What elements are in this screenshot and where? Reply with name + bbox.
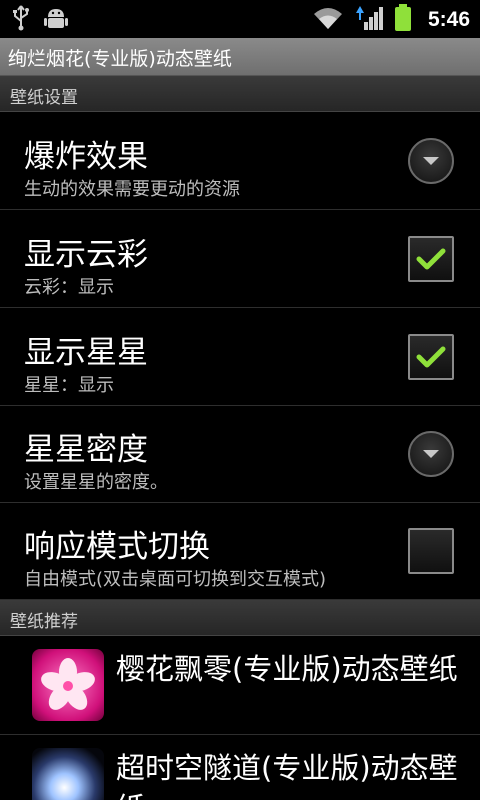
tunnel-icon	[32, 748, 104, 800]
app-name: 超时空隧道(专业版)动态壁纸	[116, 751, 458, 800]
pref-response-mode[interactable]: 响应模式切换 自由模式(双击桌面可切换到交互模式)	[0, 503, 480, 600]
pref-title: 响应模式切换	[24, 529, 210, 565]
pref-summary: 生动的效果需要更动的资源	[24, 179, 240, 200]
checkmark-icon	[416, 346, 446, 368]
dropdown-button[interactable]	[408, 138, 454, 184]
usb-icon	[10, 5, 32, 35]
pref-title: 爆炸效果	[24, 139, 148, 175]
dropdown-button[interactable]	[408, 431, 454, 477]
chevron-down-icon	[423, 450, 439, 458]
chevron-down-icon	[423, 157, 439, 165]
category-label: 壁纸推荐	[10, 612, 78, 632]
checkbox-show-clouds[interactable]	[408, 236, 454, 282]
battery-icon	[394, 4, 412, 36]
status-bar: 5:46	[0, 0, 480, 38]
checkbox-show-stars[interactable]	[408, 334, 454, 380]
pref-summary: 设置星星的密度。	[24, 472, 168, 493]
pref-title: 显示星星	[24, 335, 148, 371]
recommended-app-item[interactable]: 樱花飘零(专业版)动态壁纸	[0, 637, 480, 735]
sakura-icon	[32, 649, 104, 721]
pref-star-density[interactable]: 星星密度 设置星星的密度。	[0, 406, 480, 503]
signal-icon	[354, 4, 384, 36]
clock: 5:46	[427, 8, 470, 31]
pref-summary: 云彩：显示	[24, 277, 114, 298]
pref-show-clouds[interactable]: 显示云彩 云彩：显示	[0, 211, 480, 308]
app-name: 樱花飘零(专业版)动态壁纸	[116, 652, 458, 686]
pref-show-stars[interactable]: 显示星星 星星：显示	[0, 309, 480, 406]
page-title: 绚烂烟花(专业版)动态壁纸	[8, 48, 232, 70]
pref-title: 星星密度	[24, 432, 148, 468]
category-label: 壁纸设置	[10, 88, 78, 108]
pref-title: 显示云彩	[24, 237, 148, 273]
wifi-icon	[312, 5, 344, 35]
pref-summary: 自由模式(双击桌面可切换到交互模式)	[24, 569, 327, 590]
title-bar: 绚烂烟花(专业版)动态壁纸	[0, 38, 480, 76]
pref-summary: 星星：显示	[24, 375, 114, 396]
category-header-settings: 壁纸设置	[0, 76, 480, 112]
android-debug-icon	[44, 5, 68, 35]
recommended-app-item[interactable]: 超时空隧道(专业版)动态壁纸	[0, 736, 480, 800]
checkbox-response-mode[interactable]	[408, 528, 454, 574]
checkmark-icon	[416, 248, 446, 270]
pref-explosion-effect[interactable]: 爆炸效果 生动的效果需要更动的资源	[0, 113, 480, 210]
category-header-recommend: 壁纸推荐	[0, 600, 480, 636]
